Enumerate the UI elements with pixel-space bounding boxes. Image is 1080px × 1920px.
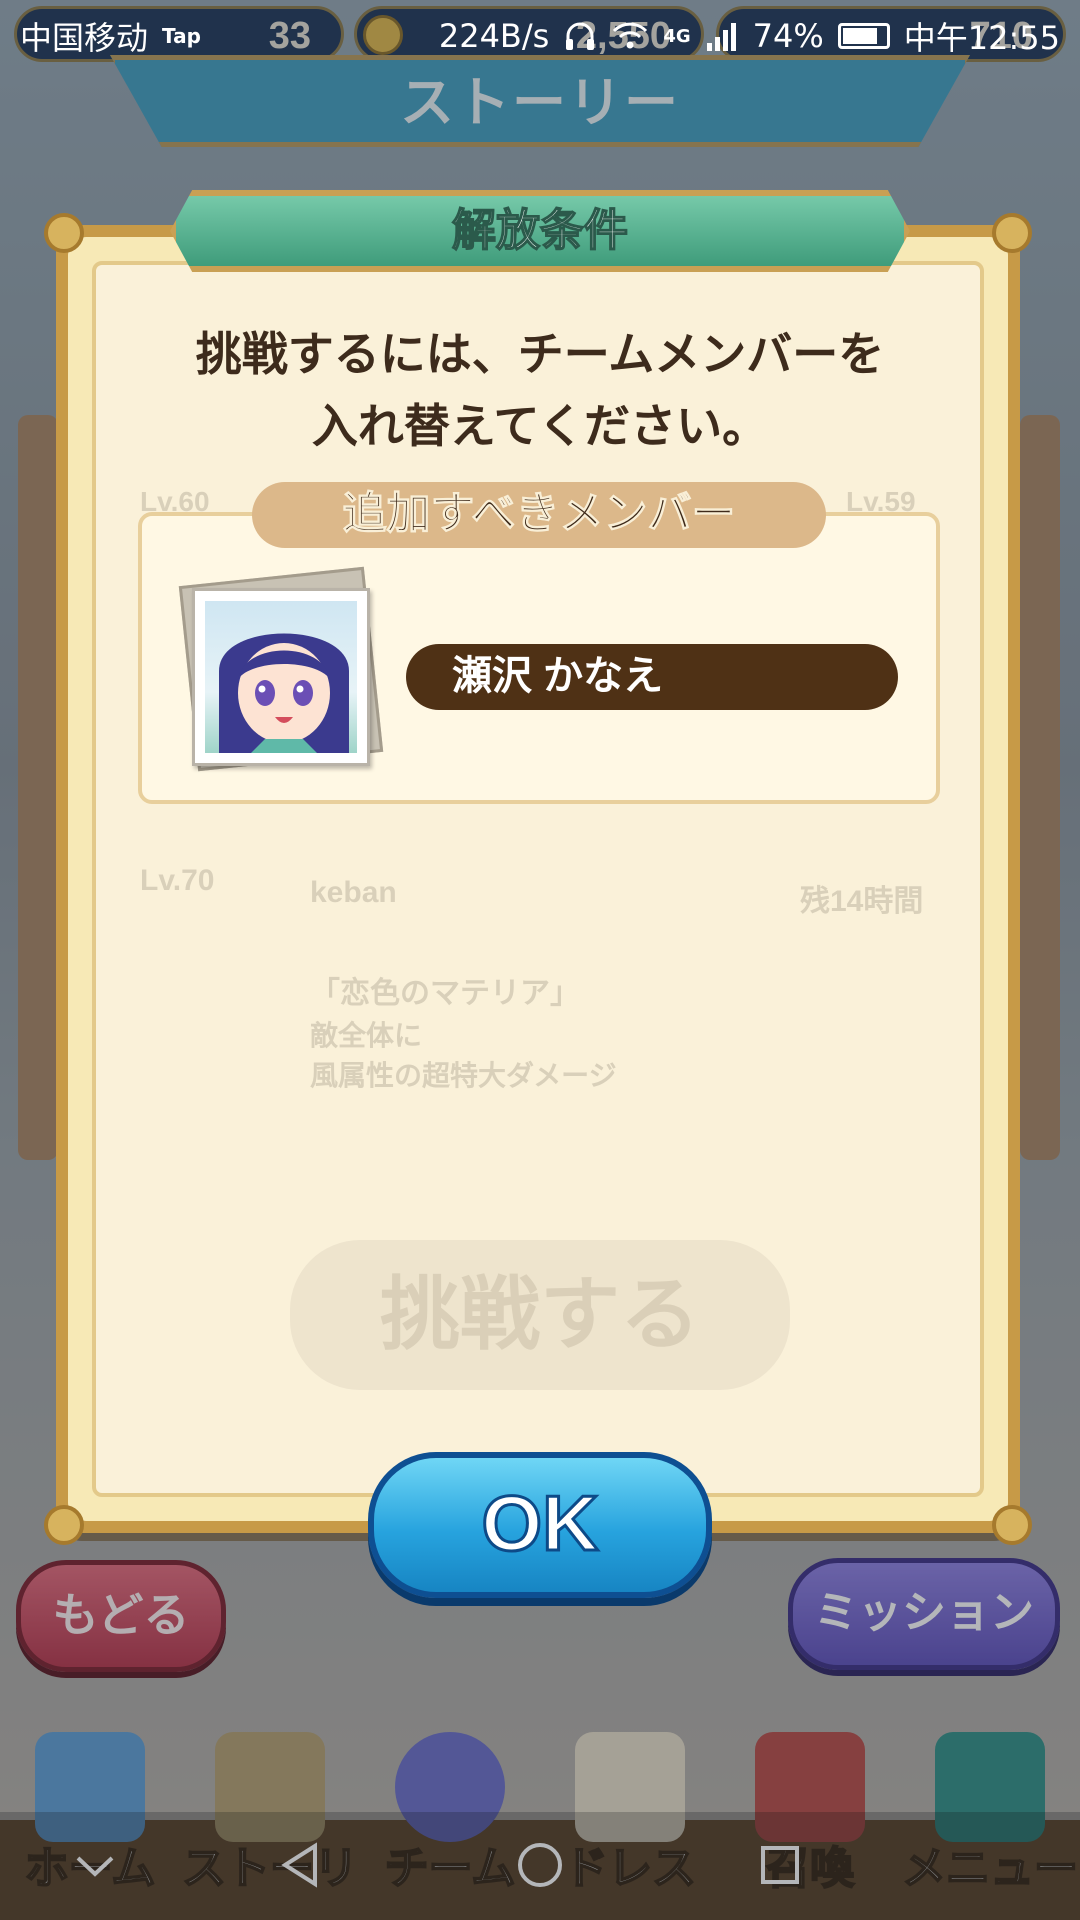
headphones-icon bbox=[566, 22, 595, 50]
ok-button[interactable]: OK bbox=[368, 1452, 712, 1598]
ok-button-label: OK bbox=[480, 1478, 600, 1569]
dialog-title: 解放条件 bbox=[451, 205, 629, 256]
message-line-1: 挑戦するには、チームメンバーを bbox=[195, 328, 885, 380]
faded-level-3: Lv.70 bbox=[140, 864, 215, 897]
required-member-label: 追加すべきメンバー bbox=[252, 482, 826, 548]
faded-skill-line1: 敵全体に bbox=[310, 1020, 423, 1051]
carrier-badge: Tap bbox=[162, 24, 201, 48]
faded-skill-title: 「恋色のマテリア」 bbox=[310, 977, 580, 1010]
wifi-icon bbox=[613, 22, 648, 49]
signal-bars-icon bbox=[706, 23, 736, 51]
member-avatar bbox=[205, 601, 357, 753]
dialog-title-banner: 解放条件 bbox=[170, 190, 910, 272]
faded-skill-line2: 風属性の超特大ダメージ bbox=[310, 1060, 617, 1091]
member-portrait bbox=[192, 588, 370, 766]
status-bar: 中国移动 Tap 224B/s 4G 74% 中午12:55 bbox=[0, 0, 1080, 72]
corner-ornament-icon bbox=[44, 213, 84, 253]
faded-player-name: keban bbox=[310, 876, 397, 909]
dialog-message: 挑戦するには、チームメンバーを 入れ替えてください。 bbox=[110, 318, 970, 462]
faded-time-left: 残14時間 bbox=[800, 885, 924, 918]
clock: 中午12:55 bbox=[903, 19, 1060, 57]
net-speed: 224B/s bbox=[438, 17, 550, 55]
character-face-icon bbox=[219, 633, 349, 753]
battery-percent: 74% bbox=[752, 17, 824, 55]
member-name: 瀬沢 かなえ bbox=[406, 644, 898, 710]
carrier-name: 中国移动 bbox=[20, 19, 149, 57]
corner-ornament-icon bbox=[992, 213, 1032, 253]
message-line-2: 入れ替えてください。 bbox=[311, 400, 769, 452]
corner-ornament-icon bbox=[992, 1505, 1032, 1545]
corner-ornament-icon bbox=[44, 1505, 84, 1545]
battery-icon bbox=[837, 23, 890, 49]
faded-challenge-button: 挑戦する bbox=[290, 1240, 790, 1390]
signal-type: 4G bbox=[663, 25, 691, 47]
